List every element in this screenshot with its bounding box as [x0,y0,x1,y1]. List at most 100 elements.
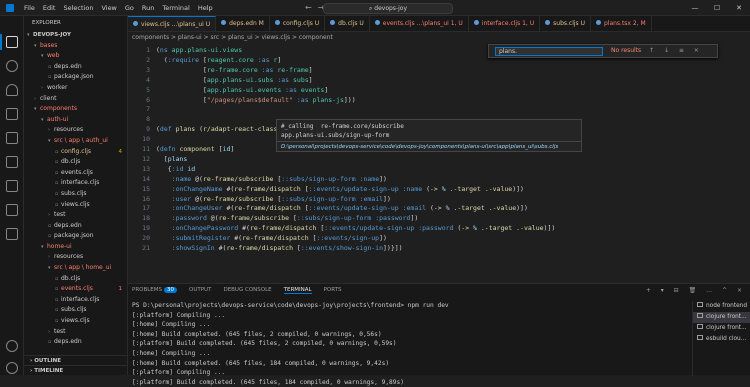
panel-tab-problems[interactable]: PROBLEMS 30 [132,287,178,294]
find-input[interactable]: plans. [495,47,603,56]
tree-file[interactable]: ▫ package.json [24,231,127,242]
calva-icon[interactable] [6,204,18,216]
run-debug-icon[interactable] [6,108,18,120]
menu-item-view[interactable]: View [97,3,120,13]
tree-file[interactable]: ▫ subs.cljs [24,189,127,200]
editor-tab[interactable]: subs.cljs U [540,16,591,31]
tree-file[interactable]: ▫ deps.edn [24,221,127,232]
menu-item-help[interactable]: Help [194,3,217,13]
code-editor[interactable]: 1 (ns app.plans-ui.views 2 (:require [reag… [128,44,750,280]
settings-gear-icon[interactable] [6,362,18,374]
tree-file[interactable]: ▫ events.cljs [24,168,127,179]
tree-folder[interactable]: ▾ auth-ui [24,115,127,126]
code-line[interactable]: [re-frame.core :as re-frame] [156,66,313,76]
tree-folder[interactable]: › test [24,210,127,221]
menu-item-edit[interactable]: Edit [39,3,60,13]
code-line[interactable]: :onChangeUser #(re-frame/dispatch [::eve… [156,204,528,214]
minimize-icon[interactable]: — [684,0,706,16]
line-number: 4 [146,75,150,84]
menu-item-go[interactable]: Go [121,3,138,13]
menu-item-terminal[interactable]: Terminal [158,3,193,13]
tree-file[interactable]: ▫ subs.cljs [24,305,127,316]
terminal-instance[interactable]: clojure front... [693,323,750,334]
code-line[interactable]: :submitRegister #(re-frame/dispatch [::e… [156,234,387,244]
panel-tab-debug-console[interactable]: DEBUG CONSOLE [223,287,271,294]
command-center-search[interactable]: ⌕ devops-joy [323,3,453,14]
editor-scrollbar[interactable] [736,44,746,280]
tree-file[interactable]: ▫ deps.edn [24,62,127,73]
tree-file[interactable]: ▫ interface.cljs [24,295,127,306]
breadcrumb[interactable]: components > plans-ui > src > plans_ui >… [128,32,750,44]
tree-file[interactable]: ▫ views.cljs [24,200,127,211]
editor-tab[interactable]: deps.edn M [216,16,270,31]
tree-folder[interactable]: ▾ home-ui [24,242,127,253]
tree-file[interactable]: ▫ db.cljs [24,274,127,285]
outline-section[interactable]: › OUTLINE [24,355,127,365]
editor-tab[interactable]: db.cljs U [325,16,370,31]
editor-tab[interactable]: interface.cljs 1, U [469,16,541,31]
tree-file[interactable]: ▫ package.json [24,72,127,83]
code-line[interactable]: :password @(re-frame/subscribe [::subs/s… [156,214,419,224]
tree-folder[interactable]: › client [24,94,127,105]
explorer-icon[interactable] [6,36,18,48]
code-line[interactable]: [app.plans-ui.subs :as subs] [156,76,313,86]
search-icon[interactable] [6,60,18,72]
panel-tab-output[interactable]: OUTPUT [189,287,211,294]
tree-file[interactable]: ▫ db.cljs [24,157,127,168]
tree-folder[interactable]: ▾ src \ app \ home_ui [24,263,127,274]
tree-file[interactable]: ▫ views.cljs [24,316,127,327]
tree-folder[interactable]: ▾ web [24,51,127,62]
hover-path-link[interactable]: D:\personal\projects\devops-service\code… [281,143,558,151]
tree-folder[interactable]: ▾ src \ app \ auth_ui [24,136,127,147]
timeline-section[interactable]: › TIMELINE [24,365,127,375]
code-line[interactable]: :name @(re-frame/subscribe [::subs/sign-… [156,175,387,185]
tree-file[interactable]: ▫ interface.cljs [24,178,127,189]
code-line[interactable]: (defn component [id] [156,145,234,155]
tree-file[interactable]: ▫ config.cljs 4 [24,147,127,158]
tree-folder[interactable]: › test [24,327,127,338]
terminal-instance[interactable]: node frontend [693,301,750,312]
editor-tab[interactable]: config.cljs U [270,16,326,31]
account-icon[interactable] [6,340,18,352]
editor-tab[interactable]: events.cljs ...\plans_ui 1, U [370,16,469,31]
code-line[interactable]: [plans [156,155,188,165]
editor-tab[interactable]: plans.tsx 2, M [591,16,652,31]
terminal-instance[interactable]: esbuild clou... [693,334,750,345]
tree-label: client [40,94,57,102]
tree-label: deps.edn [54,62,82,70]
terminal-instance[interactable]: clojure front... [693,312,750,323]
extensions-icon[interactable] [6,132,18,144]
tree-folder[interactable]: › resources [24,125,127,136]
code-line[interactable]: :user @(re-frame/subscribe [::subs/sign-… [156,195,391,205]
panel-tab-terminal[interactable]: TERMINAL [283,287,312,294]
source-control-icon[interactable] [6,84,18,96]
tree-file[interactable]: ▫ events.cljs 1 [24,284,127,295]
code-line[interactable]: :onChangePassword #(re-frame/dispatch [:… [156,224,556,234]
tree-folder[interactable]: ▾ bases [24,41,127,52]
find-controls[interactable]: ↑ ↓ ≡ × [649,47,703,54]
tree-folder[interactable]: ▾ components [24,104,127,115]
terminal-output[interactable]: PS D:\personal\projects\devops-service\c… [132,301,687,387]
docker-icon[interactable] [6,228,18,240]
tree-folder[interactable]: › worker [24,83,127,94]
panel-tab-ports[interactable]: PORTS [324,287,342,294]
code-line[interactable]: ["/pages/plans$default" :as plans-js])) [156,96,356,106]
code-line[interactable]: (ns app.plans-ui.views [156,46,242,56]
maximize-icon[interactable]: ☐ [706,0,728,16]
code-line[interactable]: (:require [reagent.core :as r] [156,56,281,66]
editor-tab[interactable]: views.cljs ...\plans_ui U [128,16,217,31]
menu-item-selection[interactable]: Selection [59,3,97,13]
panel-controls[interactable]: + ▾ ⊟ 🗑 … ^ × [646,287,746,294]
tree-folder[interactable]: › resources [24,252,127,263]
menu-item-file[interactable]: File [20,3,39,13]
code-line[interactable]: [app.plans-ui.events :as events] [156,86,328,96]
testing-icon[interactable] [6,180,18,192]
menu-item-run[interactable]: Run [138,3,158,13]
remote-explorer-icon[interactable] [6,156,18,168]
tree-file[interactable]: ▫ deps.edn [24,337,127,348]
code-line[interactable]: :showSignIn #(re-frame/dispatch [::event… [156,244,403,254]
close-window-icon[interactable]: ✕ [728,0,750,16]
code-line[interactable]: :onChangeName #(re-frame/dispatch [::eve… [156,185,524,195]
code-line[interactable]: {:id id [156,165,195,175]
tree-root[interactable]: ▾ DEVOPS-JOY [24,30,127,41]
